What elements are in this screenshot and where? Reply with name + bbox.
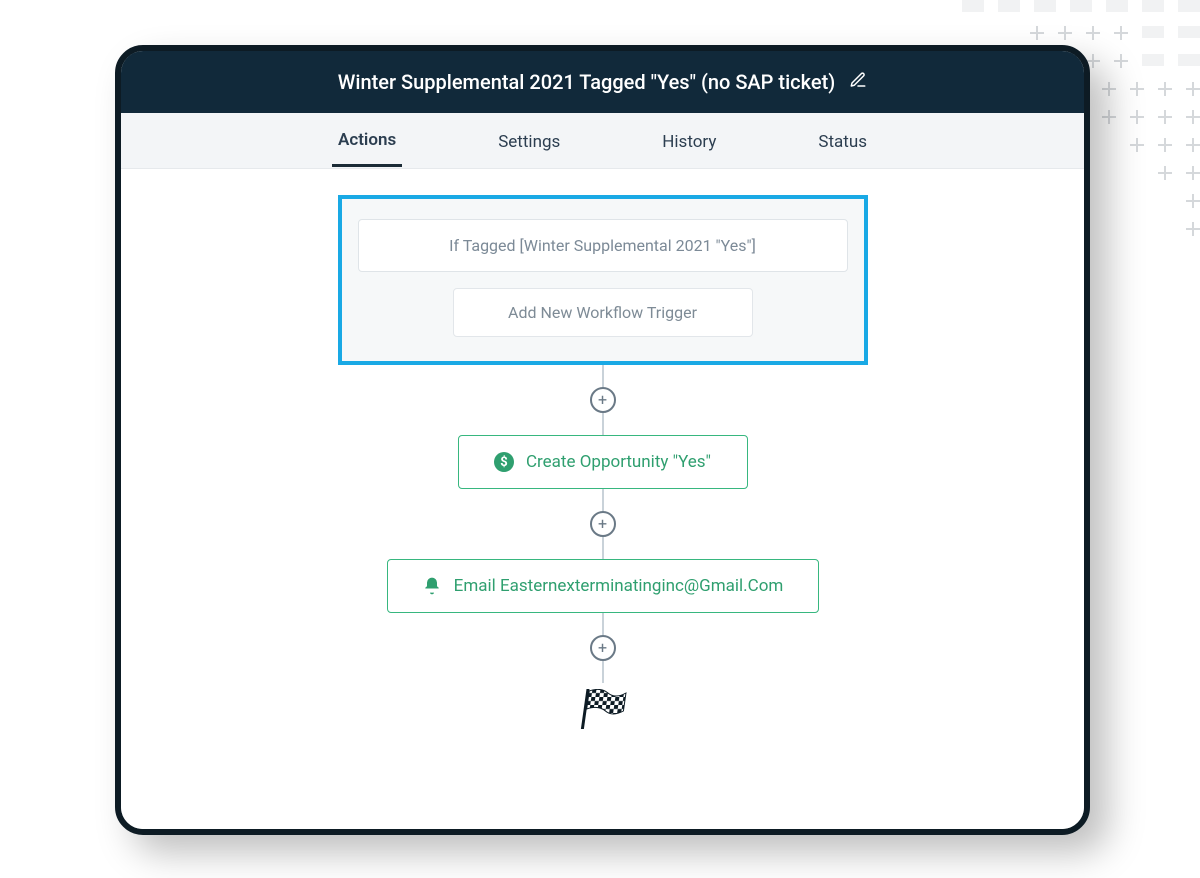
pencil-icon[interactable] bbox=[849, 70, 867, 94]
dollar-icon: $ bbox=[494, 452, 514, 472]
add-trigger-button[interactable]: Add New Workflow Trigger bbox=[453, 288, 753, 337]
connector-1: + bbox=[590, 365, 616, 435]
connector-3: + bbox=[590, 613, 616, 683]
step-create-opportunity[interactable]: $ Create Opportunity "Yes" bbox=[458, 435, 748, 489]
app-window: Winter Supplemental 2021 Tagged "Yes" (n… bbox=[115, 45, 1090, 835]
step-send-email[interactable]: Email Easternexterminatinginc@Gmail.Com bbox=[387, 559, 819, 613]
finish-flag-icon bbox=[577, 689, 628, 739]
header-bar: Winter Supplemental 2021 Tagged "Yes" (n… bbox=[121, 51, 1084, 113]
tab-bar: Actions Settings History Status bbox=[121, 113, 1084, 169]
plus-circle-icon[interactable]: + bbox=[590, 635, 616, 661]
plus-circle-icon[interactable]: + bbox=[590, 387, 616, 413]
trigger-condition[interactable]: If Tagged [Winter Supplemental 2021 "Yes… bbox=[358, 219, 848, 272]
connector-2: + bbox=[590, 489, 616, 559]
step-label: Email Easternexterminatinginc@Gmail.Com bbox=[454, 576, 784, 596]
workflow-canvas: If Tagged [Winter Supplemental 2021 "Yes… bbox=[121, 169, 1084, 829]
tab-settings[interactable]: Settings bbox=[492, 116, 566, 166]
tab-actions[interactable]: Actions bbox=[332, 114, 402, 167]
page-title: Winter Supplemental 2021 Tagged "Yes" (n… bbox=[338, 70, 835, 94]
plus-circle-icon[interactable]: + bbox=[590, 511, 616, 537]
tab-status[interactable]: Status bbox=[812, 116, 873, 166]
bell-icon bbox=[422, 576, 442, 596]
tab-history[interactable]: History bbox=[656, 116, 722, 166]
step-label: Create Opportunity "Yes" bbox=[526, 452, 711, 472]
trigger-container: If Tagged [Winter Supplemental 2021 "Yes… bbox=[338, 195, 868, 365]
